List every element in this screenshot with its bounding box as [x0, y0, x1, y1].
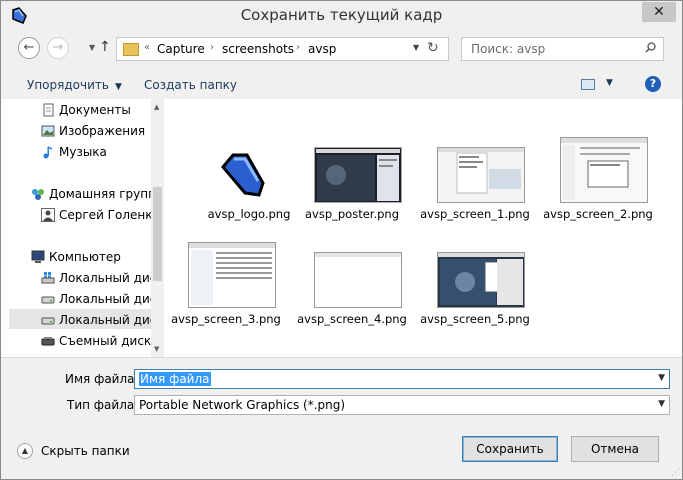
- address-bar[interactable]: « Capture › screenshots › avsp ▼ ↻: [116, 37, 449, 61]
- chevron-down-icon[interactable]: ▼: [658, 399, 665, 409]
- nav-label: Домашняя группа: [49, 187, 164, 201]
- breadcrumb-avsp[interactable]: avsp: [308, 42, 336, 56]
- scroll-down-icon[interactable]: ▼: [154, 345, 159, 353]
- drive-icon: [41, 296, 55, 304]
- computer-icon: [31, 250, 45, 263]
- file-name: avsp_screen_1.png: [420, 207, 530, 221]
- user-icon: [41, 208, 55, 222]
- filetype-select[interactable]: Portable Network Graphics (*.png) ▼: [134, 395, 670, 415]
- breadcrumb-separator-icon[interactable]: ›: [296, 42, 300, 53]
- png-thumbnail-poster: [314, 147, 402, 203]
- back-button[interactable]: ←: [18, 37, 40, 59]
- nav-label: Локальный диск: [59, 292, 164, 306]
- nav-label: Съемный диск (: [59, 334, 160, 348]
- address-dropdown-icon[interactable]: ▼: [413, 43, 419, 52]
- filename-field[interactable]: Имя файла ▼: [134, 369, 670, 389]
- pictures-icon: [41, 125, 55, 137]
- folder-icon: [123, 43, 139, 56]
- file-name: avsp_screen_3.png: [171, 312, 281, 326]
- recent-locations-dropdown[interactable]: ▼: [89, 43, 95, 52]
- file-name: avsp_screen_4.png: [297, 312, 407, 326]
- organize-button[interactable]: Упорядочить ▼: [27, 78, 122, 92]
- new-folder-button[interactable]: Создать папку: [144, 78, 237, 92]
- help-icon[interactable]: ?: [645, 76, 661, 92]
- nav-label: Изображения: [59, 124, 146, 138]
- back-arrow-icon: ←: [23, 40, 35, 55]
- up-arrow-icon[interactable]: ↑: [99, 39, 111, 55]
- nav-label: Музыка: [59, 145, 107, 159]
- hide-folders-button[interactable]: ▲: [17, 443, 33, 459]
- scroll-up-icon[interactable]: ▲: [154, 103, 159, 111]
- png-thumbnail-screen-4: [314, 252, 402, 308]
- title-bar: Сохранить текущий кадр ✕: [1, 1, 682, 31]
- nav-label: Компьютер: [49, 250, 121, 264]
- nav-scrollbar[interactable]: ▲ ▼: [151, 99, 164, 357]
- drive-icon: [41, 317, 55, 325]
- save-dialog: Сохранить текущий кадр ✕ ← → ▼ ↑ « Captu…: [0, 0, 683, 480]
- png-thumbnail-screen-1: [437, 147, 525, 203]
- filename-input[interactable]: Имя файла: [139, 372, 211, 386]
- nav-label: Документы: [59, 103, 131, 117]
- file-name: avsp_logo.png: [207, 207, 291, 221]
- search-icon[interactable]: [645, 42, 656, 53]
- windows-drive-icon: [41, 272, 55, 284]
- homegroup-icon: [32, 189, 44, 200]
- chevron-down-icon: ▼: [114, 82, 122, 92]
- chevron-down-icon[interactable]: ▼: [658, 373, 665, 383]
- music-icon: [43, 146, 53, 159]
- search-input[interactable]: Поиск: avsp: [471, 42, 545, 56]
- breadcrumb-screenshots[interactable]: screenshots: [222, 42, 294, 56]
- file-name: avsp_screen_5.png: [420, 312, 530, 326]
- breadcrumb-capture[interactable]: Capture: [157, 42, 205, 56]
- png-thumbnail-screen-3: [188, 242, 276, 308]
- forward-arrow-icon: →: [52, 40, 64, 55]
- file-name: avsp_screen_2.png: [543, 207, 653, 221]
- png-thumbnail-logo: [219, 151, 269, 201]
- breadcrumb-root-marker[interactable]: «: [144, 42, 150, 53]
- close-button[interactable]: ✕: [642, 2, 676, 22]
- view-mode-icon[interactable]: [581, 79, 595, 90]
- removable-drive-icon: [41, 337, 55, 346]
- chevron-up-icon: ▲: [21, 446, 29, 455]
- dialog-footer: Имя файла: Имя файла ▼ Тип файла: Portab…: [1, 357, 682, 479]
- save-button[interactable]: Сохранить: [462, 436, 558, 462]
- filename-label: Имя файла:: [65, 372, 139, 386]
- documents-icon: [43, 103, 54, 117]
- file-list: avsp_logo.png avsp_poster.png avsp_scree…: [164, 99, 682, 357]
- nav-label: Сергей Голенко: [59, 208, 160, 222]
- nav-label: Локальный диск: [59, 271, 164, 285]
- organize-label: Упорядочить: [27, 78, 109, 92]
- filetype-label: Тип файла:: [67, 398, 139, 412]
- png-thumbnail-screen-5: [437, 252, 525, 308]
- png-thumbnail-screen-2: [560, 137, 648, 203]
- forward-button[interactable]: →: [47, 37, 69, 59]
- hide-folders-label[interactable]: Скрыть папки: [41, 444, 130, 458]
- view-options-dropdown[interactable]: ▼: [606, 78, 613, 88]
- resize-grip-icon[interactable]: ⋰: [671, 468, 680, 478]
- scroll-thumb[interactable]: [153, 187, 162, 281]
- cancel-button[interactable]: Отмена: [571, 436, 659, 462]
- search-box[interactable]: Поиск: avsp: [461, 37, 664, 61]
- breadcrumb-separator-icon[interactable]: ›: [210, 42, 214, 53]
- command-toolbar: Упорядочить ▼ Создать папку ▼ ?: [1, 67, 682, 99]
- filetype-value: Portable Network Graphics (*.png): [139, 398, 346, 412]
- window-title: Сохранить текущий кадр: [240, 6, 443, 24]
- refresh-icon[interactable]: ↻: [427, 40, 439, 56]
- nav-label: Локальный диск: [59, 313, 164, 327]
- file-name: avsp_poster.png: [304, 207, 400, 221]
- navigation-pane: Документы Изображения Музыка Домашняя гр…: [1, 99, 164, 357]
